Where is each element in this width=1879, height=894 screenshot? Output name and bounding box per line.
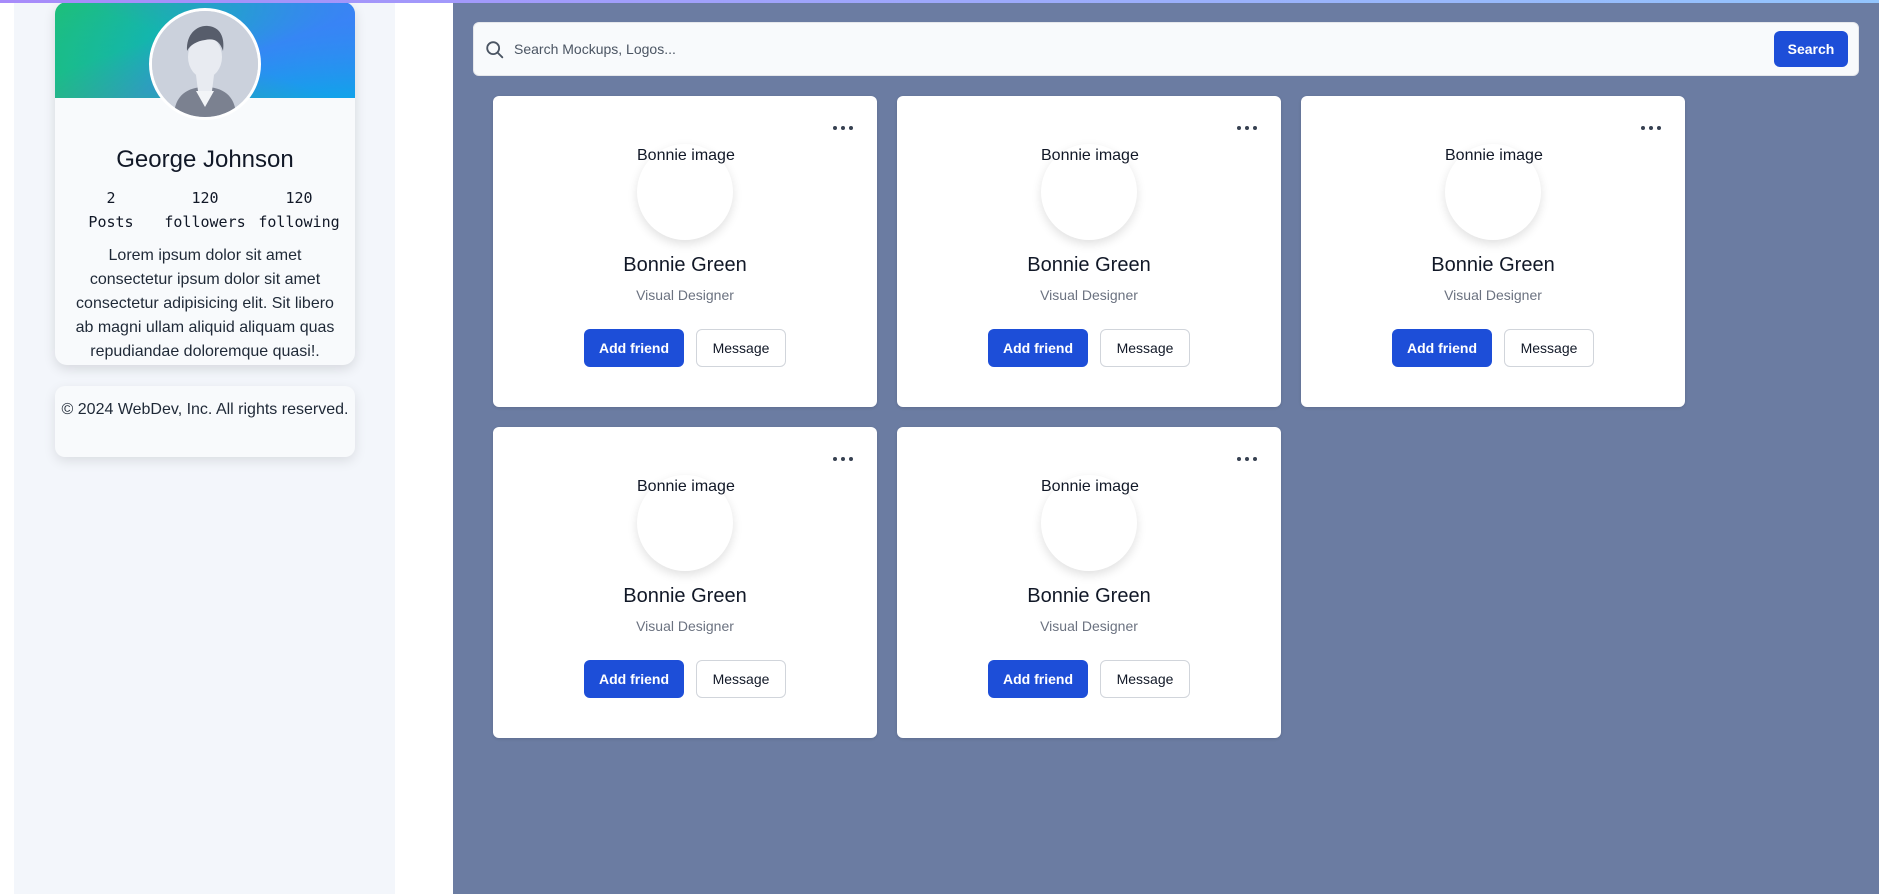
image-alt-text: Bonnie image <box>637 147 735 164</box>
user-avatar-image: Bonnie image <box>1445 144 1543 240</box>
copyright-text: © 2024 WebDev, Inc. All rights reserved. <box>61 401 349 418</box>
user-name: Bonnie Green <box>623 254 747 276</box>
message-button[interactable]: Message <box>1100 660 1190 698</box>
profile-name: George Johnson <box>116 146 294 173</box>
add-friend-button[interactable]: Add friend <box>1392 329 1492 367</box>
profile-bio: Lorem ipsum dolor sit amet consectetur i… <box>75 247 335 360</box>
search-input[interactable] <box>514 33 1714 65</box>
dots-horizontal-icon[interactable] <box>831 455 855 463</box>
stat-label: followers <box>164 213 246 231</box>
stat-label: following <box>258 213 340 231</box>
user-role: Visual Designer <box>1040 287 1138 303</box>
card-actions: Add friend Message <box>1301 329 1685 367</box>
card-actions: Add friend Message <box>493 660 877 698</box>
user-name: Bonnie Green <box>1027 254 1151 276</box>
search-bar: Search <box>473 22 1859 76</box>
user-role: Visual Designer <box>1040 618 1138 634</box>
user-card: Bonnie image Bonnie Green Visual Designe… <box>493 427 877 738</box>
stat-value: 120 <box>285 189 313 207</box>
user-name: Bonnie Green <box>1027 585 1151 607</box>
user-avatar-image: Bonnie image <box>637 144 735 240</box>
user-silhouette-icon <box>152 11 258 117</box>
user-card: Bonnie image Bonnie Green Visual Designe… <box>897 96 1281 407</box>
profile-stats: 2 Posts 120 followers 120 following <box>55 186 355 234</box>
dots-horizontal-icon[interactable] <box>831 124 855 132</box>
user-avatar-image: Bonnie image <box>637 475 735 571</box>
add-friend-button[interactable]: Add friend <box>584 660 684 698</box>
user-name: Bonnie Green <box>1431 254 1555 276</box>
user-role: Visual Designer <box>636 618 734 634</box>
add-friend-button[interactable]: Add friend <box>584 329 684 367</box>
search-icon <box>486 41 504 59</box>
image-alt-text: Bonnie image <box>1041 478 1139 495</box>
card-actions: Add friend Message <box>897 660 1281 698</box>
message-button[interactable]: Message <box>696 329 786 367</box>
image-alt-text: Bonnie image <box>637 478 735 495</box>
stat-following: 120 following <box>258 186 340 234</box>
message-button[interactable]: Message <box>1100 329 1190 367</box>
stat-followers: 120 followers <box>164 186 246 234</box>
avatar <box>149 8 261 120</box>
user-avatar-image: Bonnie image <box>1041 475 1139 571</box>
user-card: Bonnie image Bonnie Green Visual Designe… <box>897 427 1281 738</box>
footer-card: © 2024 WebDev, Inc. All rights reserved. <box>55 386 355 457</box>
user-card-grid: Bonnie image Bonnie Green Visual Designe… <box>493 96 1703 738</box>
stat-posts: 2 Posts <box>70 186 152 234</box>
user-card: Bonnie image Bonnie Green Visual Designe… <box>1301 96 1685 407</box>
top-accent-line <box>0 0 1879 3</box>
stat-value: 2 <box>106 189 116 207</box>
card-actions: Add friend Message <box>897 329 1281 367</box>
add-friend-button[interactable]: Add friend <box>988 329 1088 367</box>
user-name: Bonnie Green <box>623 585 747 607</box>
user-role: Visual Designer <box>1444 287 1542 303</box>
dots-horizontal-icon[interactable] <box>1639 124 1663 132</box>
card-actions: Add friend Message <box>493 329 877 367</box>
stat-label: Posts <box>88 213 134 231</box>
user-role: Visual Designer <box>636 287 734 303</box>
add-friend-button[interactable]: Add friend <box>988 660 1088 698</box>
image-alt-text: Bonnie image <box>1041 147 1139 164</box>
profile-card: George Johnson 2 Posts 120 followers 120… <box>55 2 355 365</box>
image-alt-text: Bonnie image <box>1445 147 1543 164</box>
main-content: Search Bonnie image Bonnie Green Visual … <box>453 0 1879 894</box>
message-button[interactable]: Message <box>1504 329 1594 367</box>
user-avatar-image: Bonnie image <box>1041 144 1139 240</box>
user-card: Bonnie image Bonnie Green Visual Designe… <box>493 96 877 407</box>
search-button[interactable]: Search <box>1774 31 1848 67</box>
dots-horizontal-icon[interactable] <box>1235 455 1259 463</box>
dots-horizontal-icon[interactable] <box>1235 124 1259 132</box>
stat-value: 120 <box>191 189 219 207</box>
message-button[interactable]: Message <box>696 660 786 698</box>
